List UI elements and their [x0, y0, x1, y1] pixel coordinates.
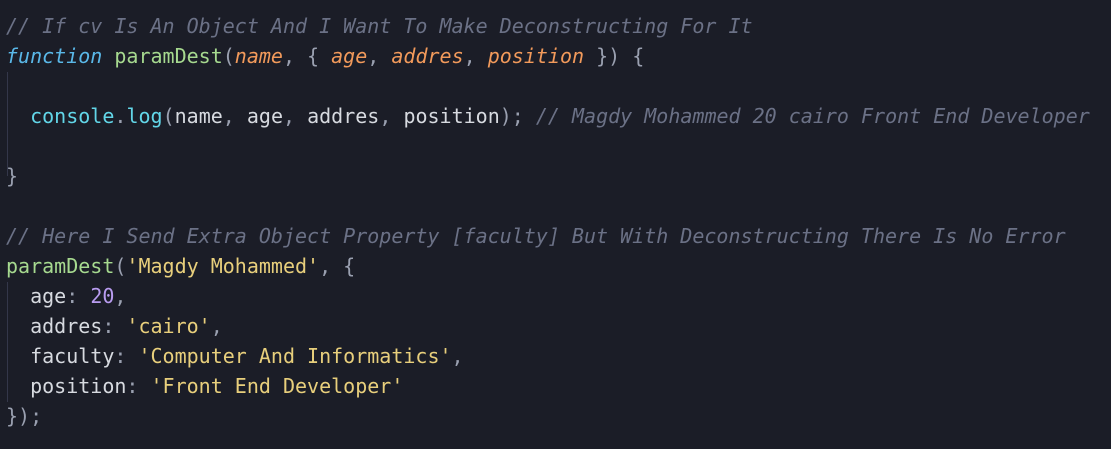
code-string: 'Magdy Mohammed': [126, 254, 320, 278]
code-string: 'cairo': [126, 314, 211, 338]
code-punctuation: }: [6, 164, 19, 188]
code-object: console: [30, 104, 115, 128]
code-editor[interactable]: // If cv Is An Object And I Want To Make…: [0, 0, 1111, 449]
code-comment: // If cv Is An Object And I Want To Make…: [6, 14, 753, 38]
code-punctuation: .: [114, 104, 127, 128]
code-punctuation: , {: [319, 254, 356, 278]
code-punctuation: ,: [114, 284, 127, 308]
code-identifier: faculty: [6, 344, 115, 368]
code-parameter: addres: [391, 44, 464, 68]
code-line[interactable]: // If cv Is An Object And I Want To Make…: [6, 11, 753, 41]
code-line[interactable]: }: [6, 161, 18, 191]
code-parameter: age: [331, 44, 368, 68]
code-line[interactable]: faculty: 'Computer And Informatics',: [6, 341, 464, 371]
code-identifier: age: [6, 284, 67, 308]
code-function-name: paramDest: [114, 44, 223, 68]
code-identifier: addres: [6, 314, 103, 338]
code-object: log: [126, 104, 163, 128]
code-line[interactable]: });: [6, 401, 42, 431]
code-function-name: paramDest: [6, 254, 115, 278]
code-identifier: age: [246, 104, 283, 128]
code-identifier: position: [6, 374, 127, 398]
code-punctuation: });: [6, 404, 43, 428]
code-punctuation: ,: [379, 104, 404, 128]
code-punctuation: :: [126, 374, 151, 398]
code-parameter: position: [487, 44, 585, 68]
code-string: 'Computer And Informatics': [138, 344, 452, 368]
code-comment: // Here I Send Extra Object Property [fa…: [6, 224, 1066, 248]
code-line[interactable]: console.log(name, age, addres, position)…: [6, 101, 1090, 131]
code-punctuation: ,: [210, 314, 223, 338]
code-line[interactable]: function paramDest(name, { age, addres, …: [6, 41, 644, 71]
code-punctuation: (: [114, 254, 127, 278]
code-parameter: name: [234, 44, 283, 68]
code-line[interactable]: addres: 'cairo',: [6, 311, 223, 341]
code-punctuation: ,: [367, 44, 392, 68]
code-comment: // Magdy Mohammed 20 cairo Front End Dev…: [535, 104, 1090, 128]
code-identifier: name: [174, 104, 223, 128]
code-punctuation: :: [114, 344, 139, 368]
code-punctuation: ,: [222, 104, 247, 128]
code-punctuation: (: [162, 104, 175, 128]
code-keyword: function: [6, 44, 103, 68]
code-punctuation: :: [102, 314, 127, 338]
code-line[interactable]: position: 'Front End Developer': [6, 371, 403, 401]
code-punctuation: );: [499, 104, 536, 128]
code-punctuation: (: [222, 44, 235, 68]
code-punctuation: :: [66, 284, 91, 308]
code-identifier: [102, 44, 114, 68]
code-identifier: [6, 104, 30, 128]
code-number: 20: [90, 284, 115, 308]
code-line[interactable]: paramDest('Magdy Mohammed', {: [6, 251, 355, 281]
code-string: 'Front End Developer': [150, 374, 404, 398]
code-identifier: addres: [307, 104, 380, 128]
code-line[interactable]: age: 20,: [6, 281, 126, 311]
code-identifier: position: [403, 104, 500, 128]
code-line[interactable]: // Here I Send Extra Object Property [fa…: [6, 221, 1066, 251]
code-punctuation: }) {: [584, 44, 645, 68]
code-punctuation: ,: [283, 104, 308, 128]
code-punctuation: , {: [282, 44, 332, 68]
code-punctuation: ,: [451, 344, 464, 368]
code-punctuation: ,: [463, 44, 488, 68]
